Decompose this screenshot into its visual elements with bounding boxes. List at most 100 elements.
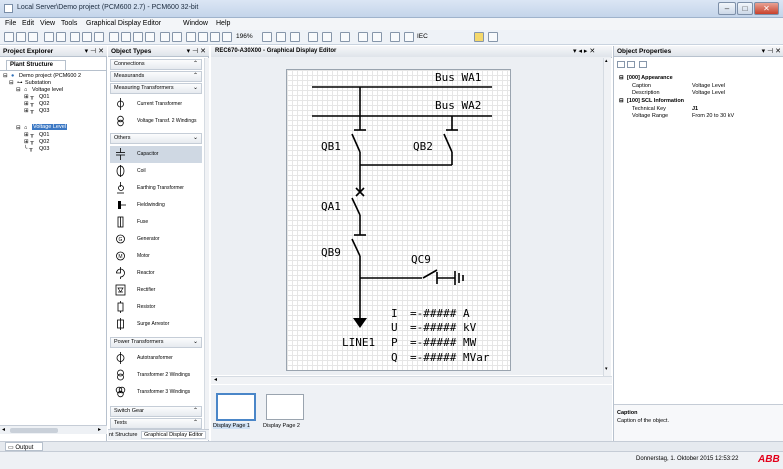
undo-icon[interactable] <box>160 32 170 42</box>
qb9-blade[interactable] <box>351 238 361 257</box>
print-icon[interactable] <box>56 32 66 42</box>
object-motor[interactable]: M Motor <box>110 248 202 265</box>
align-bottom-icon[interactable] <box>198 32 208 42</box>
object-surge-arrestor[interactable]: Surge Arrestor <box>110 316 202 333</box>
maximize-button[interactable]: □ <box>737 2 753 15</box>
cut-icon[interactable] <box>70 32 80 42</box>
window-icon[interactable] <box>133 32 143 42</box>
qa1-blade[interactable] <box>351 197 361 216</box>
object-fieldwinding[interactable]: Fieldwinding <box>110 197 202 214</box>
tree-item-bay[interactable]: Q02 <box>39 101 49 107</box>
editor-tab[interactable]: REC670-A30X00 - Graphical Display Editor <box>215 48 336 54</box>
scroll-down-icon[interactable]: ▾ <box>605 366 608 372</box>
section-scl-information[interactable]: [100] SCL Information <box>627 98 684 104</box>
group-power-transformers[interactable]: Power Transformers ⌄ <box>110 337 202 348</box>
menu-file[interactable]: File <box>5 20 16 27</box>
menu-edit[interactable]: Edit <box>22 20 34 27</box>
measurement-voltage-value[interactable]: =-##### kV <box>410 321 476 334</box>
scrollbar-thumb[interactable] <box>10 428 58 433</box>
object-capacitor[interactable]: Capacitor <box>110 146 202 163</box>
horizontal-scrollbar[interactable]: ◂ ▸ <box>0 425 107 434</box>
property-value-technical-key[interactable]: J1 <box>692 106 698 112</box>
grid-icon[interactable] <box>488 32 498 42</box>
panel-icon[interactable] <box>145 32 155 42</box>
tree-expander-icon[interactable]: ⊟ <box>9 80 14 86</box>
arrow-up-icon[interactable] <box>358 32 368 42</box>
save-icon[interactable] <box>28 32 38 42</box>
editor-horizontal-scrollbar[interactable]: ◂ <box>211 376 612 384</box>
tree-item-voltage-level[interactable]: Voltage level <box>32 87 63 93</box>
menu-tools[interactable]: Tools <box>61 20 77 27</box>
layout-icon[interactable] <box>121 32 131 42</box>
align-top-icon[interactable] <box>186 32 196 42</box>
object-voltage-transformer[interactable]: Voltage Transf. 2 Windings <box>110 113 202 130</box>
tree-item-project[interactable]: Demo project (PCM600 2 <box>19 73 81 79</box>
editor-tab-controls[interactable]: ▾ ◂ ▸ ✕ <box>573 47 595 55</box>
open-icon[interactable] <box>16 32 26 42</box>
iec-icon[interactable] <box>404 32 414 42</box>
section-collapse-icon[interactable]: ⊟ <box>619 98 624 104</box>
thumbnail-label-page-1[interactable]: Display Page 1 <box>213 423 250 429</box>
paste-icon[interactable] <box>94 32 104 42</box>
group-switch-gear[interactable]: Switch Gear ⌃ <box>110 406 202 417</box>
object-coil[interactable]: Coil <box>110 163 202 180</box>
tab-plant-structure-bottom[interactable]: nt Structure <box>109 432 137 438</box>
print-preview-icon[interactable] <box>44 32 54 42</box>
tree-expander-icon[interactable]: ⊟ <box>3 73 8 79</box>
object-autotransformer[interactable]: Autotransformer <box>110 350 202 367</box>
property-value-voltage-range[interactable]: From 20 to 30 kV <box>692 113 734 119</box>
close-button[interactable]: ✕ <box>754 2 779 15</box>
property-pages-icon[interactable] <box>639 61 647 68</box>
display-page-sheet[interactable]: Bus WA1 Bus WA2 QB1 QB2 QA1 QB9 QC9 LINE… <box>286 69 511 371</box>
text-align-icon[interactable] <box>308 32 318 42</box>
group-measurands[interactable]: Measurands ⌃ <box>110 71 202 82</box>
section-collapse-icon[interactable]: ⊟ <box>619 75 624 81</box>
menu-window[interactable]: Window <box>183 20 208 27</box>
object-fuse[interactable]: Fuse <box>110 214 202 231</box>
border-icon[interactable] <box>340 32 350 42</box>
plant-structure-icon[interactable] <box>109 32 119 42</box>
new-icon[interactable] <box>4 32 14 42</box>
tree-expander-icon[interactable]: ⊟ <box>16 87 21 93</box>
qb2-blade[interactable] <box>443 133 453 153</box>
tree-item-bay[interactable]: Q03 <box>39 108 49 114</box>
binoculars-icon[interactable] <box>210 32 220 42</box>
copy-icon[interactable] <box>82 32 92 42</box>
object-generator[interactable]: G Generator <box>110 231 202 248</box>
scroll-up-icon[interactable]: ▴ <box>605 58 608 64</box>
section-appearance[interactable]: [000] Appearance <box>627 75 673 81</box>
menu-help[interactable]: Help <box>216 20 230 27</box>
thumbnail-display-page-1[interactable] <box>216 393 256 421</box>
thumbnail-label-page-2[interactable]: Display Page 2 <box>263 423 300 429</box>
pdf-icon[interactable] <box>390 32 400 42</box>
tab-plant-structure[interactable]: Plant Structure <box>6 60 66 70</box>
tree-item-bay[interactable]: Q01 <box>39 94 49 100</box>
menu-view[interactable]: View <box>40 20 55 27</box>
tree-expander-icon[interactable]: ⊟ <box>16 125 21 131</box>
group-measuring-transformers[interactable]: Measuring Transformers ⌄ <box>110 83 202 94</box>
zoom-icon[interactable] <box>222 32 232 42</box>
categorized-icon[interactable] <box>617 61 625 68</box>
group-texts[interactable]: Texts ⌃ <box>110 418 202 429</box>
panel-pin-icon[interactable]: ▾ ⊣ ✕ <box>762 47 781 55</box>
object-resistor[interactable]: Resistor <box>110 299 202 316</box>
line-style-icon[interactable] <box>290 32 300 42</box>
measurement-current-value[interactable]: =-##### A <box>410 307 470 320</box>
menu-graphical-display-editor[interactable]: Graphical Display Editor <box>86 20 161 27</box>
vertical-scrollbar[interactable] <box>204 58 209 433</box>
tree-item-bay[interactable]: Q02 <box>39 139 49 145</box>
zoom-in-icon[interactable] <box>276 32 286 42</box>
highlight-icon[interactable] <box>474 32 484 42</box>
tab-graphical-display-editor-bottom[interactable]: Graphical Display Editor <box>141 431 206 439</box>
group-others[interactable]: Others ⌄ <box>110 133 202 144</box>
font-color-icon[interactable] <box>322 32 332 42</box>
scroll-left-icon[interactable]: ◂ <box>2 426 5 433</box>
zoom-dropdown-icon[interactable] <box>262 32 272 42</box>
panel-pin-icon[interactable]: ▾ ⊣ ✕ <box>187 47 206 55</box>
scroll-left-icon[interactable]: ◂ <box>214 376 217 383</box>
property-value-caption[interactable]: Voltage Level <box>692 83 725 89</box>
scroll-right-icon[interactable]: ▸ <box>98 426 101 433</box>
editor-vertical-scrollbar[interactable]: ▴ ▾ <box>603 58 611 376</box>
object-reactor[interactable]: Reactor <box>110 265 202 282</box>
object-transformer-2-windings[interactable]: Transformer 2 Windings <box>110 367 202 384</box>
